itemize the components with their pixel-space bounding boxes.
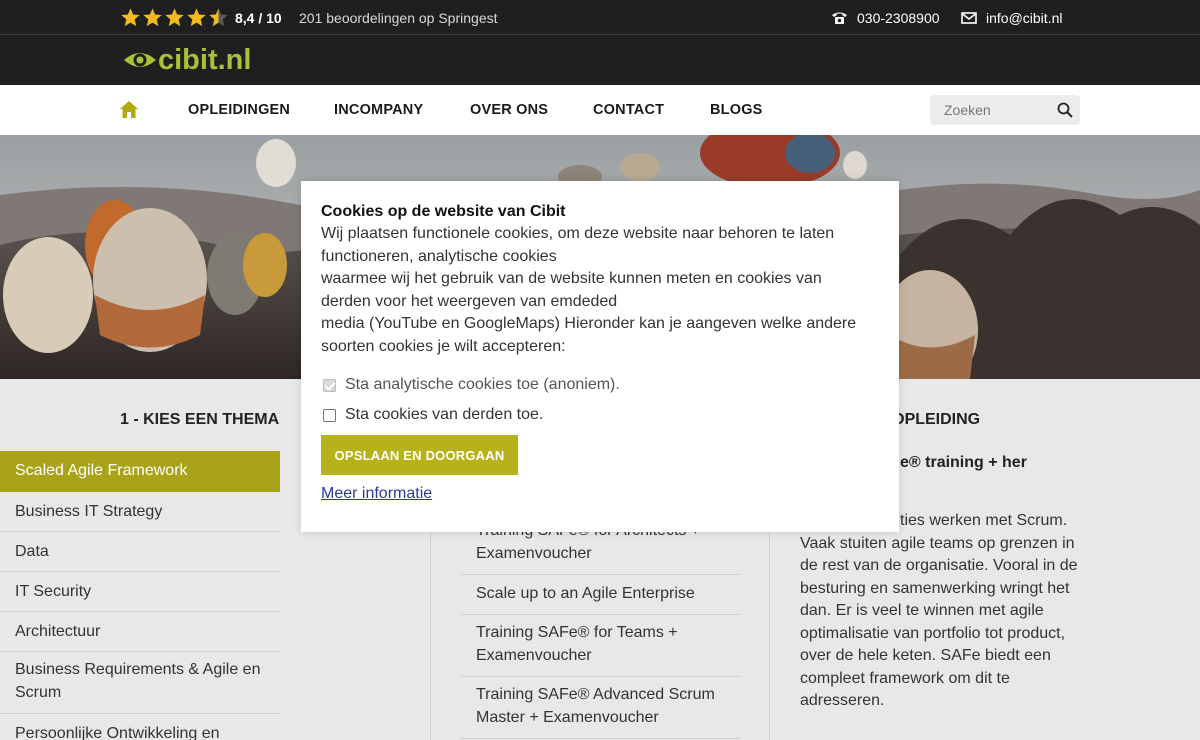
third-party-cookie-label: Sta cookies van derden toe. (345, 406, 544, 423)
mail-icon (961, 12, 977, 24)
main-nav: OPLEIDINGEN INCOMPANY OVER ONS CONTACT B… (0, 85, 1200, 135)
analytics-cookie-label: Sta analytische cookies toe (anoniem). (345, 376, 620, 393)
theme-column-title: 1 - KIES EEN THEMA (120, 411, 280, 428)
search-input[interactable] (930, 95, 1050, 125)
logo-text: cibit.nl (158, 44, 252, 76)
search-box (930, 95, 1080, 125)
logo[interactable]: cibit.nl (123, 44, 251, 76)
star-icon (121, 8, 140, 27)
top-bar: 8,4 / 10 201 beoordelingen op Springest … (0, 0, 1200, 35)
nav-opleidingen[interactable]: OPLEIDINGEN (188, 102, 290, 118)
theme-item-scaled-agile[interactable]: Scaled Agile Framework (0, 451, 280, 492)
phone-icon (832, 12, 847, 24)
search-icon[interactable] (1057, 102, 1073, 118)
cookie-body-line: derden voor het weergeven van emdeded (321, 292, 618, 310)
email-link[interactable]: info@cibit.nl (986, 10, 1062, 26)
cookie-body-line: Wij plaatsen functionele cookies, om dez… (321, 225, 835, 242)
cookie-dialog-title: Cookies op de website van Cibit (321, 203, 566, 220)
rating-stars (120, 7, 229, 28)
cookie-body-line: media (YouTube en GoogleMaps) Hieronder … (321, 315, 857, 332)
nav-blogs[interactable]: BLOGS (710, 102, 763, 118)
third-party-cookie-option: Sta cookies van derden toe. (323, 406, 543, 424)
course-description-text: ties werken met Scrum. Vaak stuiten agil… (800, 510, 1090, 713)
cookie-dialog-body: Wij plaatsen functionele cookies, om dez… (321, 223, 881, 358)
more-info-link[interactable]: Meer informatie (321, 485, 432, 503)
third-party-cookie-checkbox[interactable] (323, 408, 336, 422)
star-icon (187, 8, 206, 27)
theme-item-it-security[interactable]: IT Security (0, 572, 280, 612)
rating-score: 8,4 / 10 (235, 10, 282, 26)
save-and-continue-button[interactable]: OPSLAAN EN DOORGAAN (321, 435, 518, 475)
rating-count-link[interactable]: 201 beoordelingen op Springest (299, 10, 498, 26)
logo-bar: cibit.nl (0, 35, 1200, 85)
home-icon[interactable] (119, 100, 139, 119)
star-icon (143, 8, 162, 27)
analytics-cookie-option: Sta analytische cookies toe (anoniem). (323, 376, 620, 394)
half-star-icon (209, 8, 228, 27)
theme-item-business-it-strategy[interactable]: Business IT Strategy (0, 492, 280, 532)
cookie-body-line: waarmee wij het gebruik van de website k… (321, 270, 822, 287)
nav-contact[interactable]: CONTACT (593, 102, 664, 118)
course-item[interactable]: Training SAFe® for Teams + Examenvoucher (461, 615, 740, 677)
course-description-body: ties werken met Scrum. Vaak stuiten agil… (800, 512, 1078, 709)
cookie-body-line: soorten cookies je wilt accepteren: (321, 337, 566, 355)
nav-incompany[interactable]: INCOMPANY (334, 102, 423, 118)
cookie-body-line: functioneren, analytische cookies (321, 247, 557, 265)
theme-item-persoonlijke-ontwikkeling[interactable]: Persoonlijke Ontwikkeling en (0, 714, 280, 740)
theme-item-architectuur[interactable]: Architectuur (0, 612, 280, 652)
phone-link[interactable]: 030-2308900 (857, 10, 940, 26)
eye-logo-icon (124, 53, 156, 67)
course-description-title-text: e® training + her (900, 454, 1027, 471)
course-item[interactable]: Training SAFe® Advanced Scrum Master + E… (461, 677, 740, 739)
theme-item-data[interactable]: Data (0, 532, 280, 572)
course-item[interactable]: Scale up to an Agile Enterprise (461, 575, 740, 615)
theme-item-business-requirements[interactable]: Business Requirements & Agile en Scrum (0, 652, 280, 714)
cookie-consent-dialog: Cookies op de website van Cibit Wij plaa… (301, 181, 899, 532)
nav-over-ons[interactable]: OVER ONS (470, 102, 548, 118)
star-icon (165, 8, 184, 27)
analytics-cookie-checkbox[interactable] (323, 378, 336, 392)
